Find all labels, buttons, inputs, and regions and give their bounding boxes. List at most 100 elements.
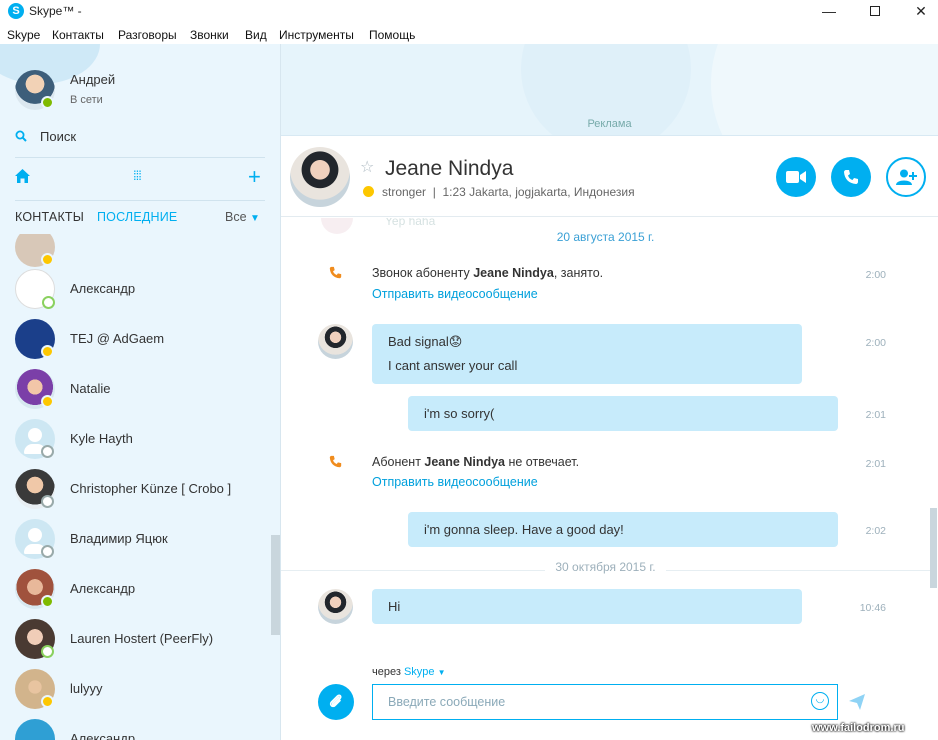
message-input[interactable] <box>372 684 838 720</box>
date-separator: 20 августа 2015 г. <box>281 230 930 250</box>
profile-avatar[interactable] <box>15 70 55 110</box>
event-prefix: Абонент <box>372 455 425 469</box>
call-event-text: Звонок абоненту Jeane Nindya, занято. <box>372 266 603 280</box>
contact-mood-line: stronger | 1:23 Jakarta, jogjakarta, Инд… <box>363 185 635 199</box>
video-call-button[interactable] <box>776 157 816 197</box>
contact-avatar <box>15 619 55 659</box>
menu-help[interactable]: Помощь <box>369 28 415 42</box>
contact-list-scrollbar[interactable] <box>271 535 280 635</box>
contact-name: Александр <box>70 281 136 296</box>
contact-avatar[interactable] <box>290 147 350 207</box>
nav-icons: ⁞⁞⁞ + <box>0 164 280 190</box>
contact-item[interactable]: Lauren Hostert (PeerFly) <box>0 614 270 664</box>
contact-name: Christopher Künze [ Crobo ] <box>70 481 232 496</box>
minimize-button[interactable]: — <box>806 0 852 24</box>
message-bubble[interactable]: Bad signal😟 I cant answer your call <box>372 324 802 384</box>
menu-contacts[interactable]: Контакты <box>52 28 104 42</box>
attach-button[interactable] <box>318 684 354 720</box>
maximize-icon <box>870 6 880 16</box>
contact-item[interactable]: Kyle Hayth <box>0 414 270 464</box>
menu-skype[interactable]: Skype <box>7 28 40 42</box>
contact-item[interactable]: Александр <box>0 264 270 314</box>
contact-item[interactable]: Christopher Künze [ Crobo ] <box>0 464 270 514</box>
search-icon <box>15 130 27 142</box>
message-time: 2:00 <box>865 269 886 281</box>
contact-name: TEJ @ AdGaem <box>70 331 165 346</box>
search-button[interactable]: Поиск <box>15 128 265 148</box>
message-time: 2:02 <box>865 525 886 537</box>
chevron-down-icon: ▼ <box>250 213 260 224</box>
favorite-star-icon[interactable]: ☆ <box>360 157 374 177</box>
date-separator: 30 октября 2015 г. <box>281 560 930 580</box>
contact-item[interactable]: Владимир Яцюк <box>0 514 270 564</box>
contact-item[interactable]: Natalie <box>0 364 270 414</box>
contact-avatar <box>15 319 55 359</box>
message-bubble[interactable]: i'm gonna sleep. Have a good day! <box>408 512 838 547</box>
message-time: 2:01 <box>865 409 886 421</box>
contact-name: Lauren Hostert (PeerFly) <box>70 631 214 646</box>
contact-avatar <box>15 469 55 509</box>
message-text: Hi <box>388 599 401 614</box>
contact-item[interactable]: Александр <box>0 714 270 740</box>
contact-item[interactable]: TEJ @ AdGaem <box>0 314 270 364</box>
message-bubble[interactable]: Hi <box>372 589 802 624</box>
audio-call-button[interactable] <box>831 157 871 197</box>
menu-calls[interactable]: Звонки <box>190 28 229 42</box>
send-video-message-link[interactable]: Отправить видеосообщение <box>372 475 538 489</box>
window-title: Skype™ - <box>29 4 82 18</box>
menu-tools[interactable]: Инструменты <box>279 28 354 42</box>
message-text: i'm gonna sleep. Have a good day! <box>424 522 624 537</box>
phone-icon <box>844 170 858 184</box>
menu-conversations[interactable]: Разговоры <box>118 28 177 42</box>
contact-avatar <box>15 569 55 609</box>
close-button[interactable]: ✕ <box>898 0 938 24</box>
missed-call-icon <box>329 266 343 280</box>
contact-name: lulyyy <box>70 681 103 696</box>
watermark: www.failodrom.ru <box>812 722 905 734</box>
missed-call-icon <box>329 455 343 469</box>
message-scrollbar[interactable] <box>930 508 937 588</box>
home-icon[interactable] <box>15 169 30 183</box>
contact-avatar <box>15 369 55 409</box>
via-label: через <box>372 666 401 678</box>
profile-name[interactable]: Андрей <box>70 72 115 87</box>
online-status-icon <box>41 595 54 608</box>
contact-item[interactable]: lulyyy <box>0 664 270 714</box>
send-video-message-link[interactable]: Отправить видеосообщение <box>372 287 538 301</box>
add-people-button[interactable] <box>886 157 926 197</box>
message-bubble[interactable]: i'm so sorry( <box>408 396 838 431</box>
tab-contacts[interactable]: КОНТАКТЫ <box>15 210 84 224</box>
dialpad-icon[interactable]: ⁞⁞⁞ <box>133 168 142 183</box>
tab-recent[interactable]: ПОСЛЕДНИЕ <box>97 210 177 224</box>
event-contact-name: Jeane Nindya <box>473 266 554 280</box>
sidebar: Андрей В сети Поиск ⁞⁞⁞ + КОНТАКТЫ ПОСЛЕ… <box>0 44 281 740</box>
send-icon[interactable] <box>848 693 866 711</box>
unknown-status-icon <box>41 445 54 458</box>
event-suffix: не отвечает. <box>505 455 580 469</box>
add-person-icon <box>896 169 917 185</box>
emoticon-button[interactable]: ◡ <box>811 692 829 710</box>
default-avatar-icon <box>15 419 55 459</box>
add-icon[interactable]: + <box>248 164 261 190</box>
contact-name: Kyle Hayth <box>70 431 133 446</box>
filter-label: Все <box>225 210 247 224</box>
default-avatar-icon <box>15 519 55 559</box>
menu-view[interactable]: Вид <box>245 28 267 42</box>
message-history[interactable]: Yep haha 20 августа 2015 г. Звонок абоне… <box>281 218 938 654</box>
filter-dropdown[interactable]: Все ▼ <box>225 210 260 224</box>
send-via-selector[interactable]: через Skype ▼ <box>372 666 446 678</box>
contact-title[interactable]: Jeane Nindya <box>385 157 513 181</box>
profile-status[interactable]: В сети <box>70 94 103 106</box>
contact-item[interactable]: Александр <box>0 564 270 614</box>
offline-status-icon <box>42 296 55 309</box>
contact-avatar[interactable] <box>318 324 353 359</box>
call-event-text: Абонент Jeane Nindya не отвечает. <box>372 455 579 469</box>
ad-banner[interactable]: Реклама <box>281 44 938 136</box>
online-status-icon <box>41 96 54 109</box>
contact-avatar[interactable] <box>318 589 353 624</box>
contact-name: Александр <box>70 731 136 740</box>
offline-status-icon <box>41 645 54 658</box>
title-bar: S Skype™ - — ✕ <box>0 0 938 24</box>
maximize-button[interactable] <box>852 0 898 24</box>
conversation-header: ☆ Jeane Nindya stronger | 1:23 Jakarta, … <box>281 137 938 217</box>
